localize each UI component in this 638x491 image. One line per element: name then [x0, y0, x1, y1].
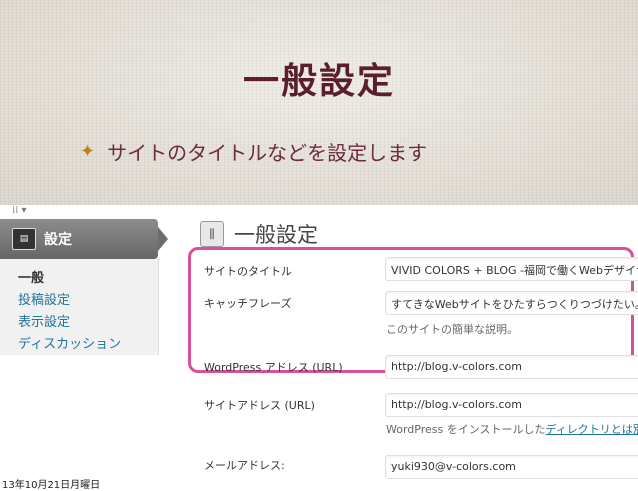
page-title: 一般設定	[234, 223, 318, 247]
page-header: ⫼ 一般設定	[200, 219, 318, 249]
site-title-label: サイトのタイトル	[204, 265, 292, 278]
sidebar-item-general[interactable]: 一般	[18, 267, 44, 286]
sidebar-item-discussion[interactable]: ディスカッション	[18, 333, 121, 352]
sidebar-item-reading[interactable]: 表示設定	[18, 311, 70, 330]
current-menu-arrow	[158, 227, 168, 251]
site-address-description: WordPress をインストールしたディレクトリとは別の	[386, 421, 638, 437]
wp-address-input[interactable]: http://blog.v-colors.com	[385, 355, 638, 379]
truncated-menu-fragment: ⁞⁞ ▾	[12, 205, 27, 216]
settings-icon: ▤	[12, 228, 36, 250]
tagline-description: このサイトの簡単な説明。	[386, 323, 518, 336]
email-label: メールアドレス:	[204, 459, 285, 472]
slide-date: 13年10月21日月曜日	[2, 476, 101, 491]
email-input[interactable]: yuki930@v-colors.com	[385, 455, 638, 479]
sliders-icon: ⫼	[200, 221, 224, 247]
bullet-point: ✦ サイトのタイトルなどを設定します	[80, 138, 428, 165]
tagline-input[interactable]: すてきなWebサイトをひたすらつくりつづけたい。	[385, 291, 638, 315]
star-icon: ✦	[80, 140, 96, 162]
directory-link[interactable]: ディレクトリとは別の	[546, 423, 638, 436]
wp-address-label: WordPress アドレス (URL)	[204, 361, 343, 374]
site-title-input[interactable]: VIVID COLORS + BLOG -福岡で働くWebデザイナー	[385, 257, 638, 281]
tagline-label: キャッチフレーズ	[204, 297, 292, 310]
bullet-text: サイトのタイトルなどを設定します	[107, 140, 428, 165]
sidebar-menu-settings[interactable]: ▤ 設定	[0, 219, 158, 259]
site-address-input[interactable]: http://blog.v-colors.com	[385, 393, 638, 417]
settings-submenu: 一般 投稿設定 表示設定 ディスカッション	[0, 259, 159, 355]
admin-sidebar: ⁞⁞ ▾ ▤ 設定 一般 投稿設定 表示設定 ディスカッション	[0, 205, 168, 491]
site-address-desc-text: WordPress をインストールした	[386, 423, 546, 436]
sidebar-item-writing[interactable]: 投稿設定	[18, 289, 70, 308]
wordpress-screenshot: ⁞⁞ ▾ ▤ 設定 一般 投稿設定 表示設定 ディスカッション ⫼ 一般設定 サ…	[0, 205, 638, 491]
site-address-label: サイトアドレス (URL)	[204, 399, 315, 412]
sidebar-header-label: 設定	[44, 232, 72, 248]
slide-title: 一般設定	[242, 61, 395, 102]
